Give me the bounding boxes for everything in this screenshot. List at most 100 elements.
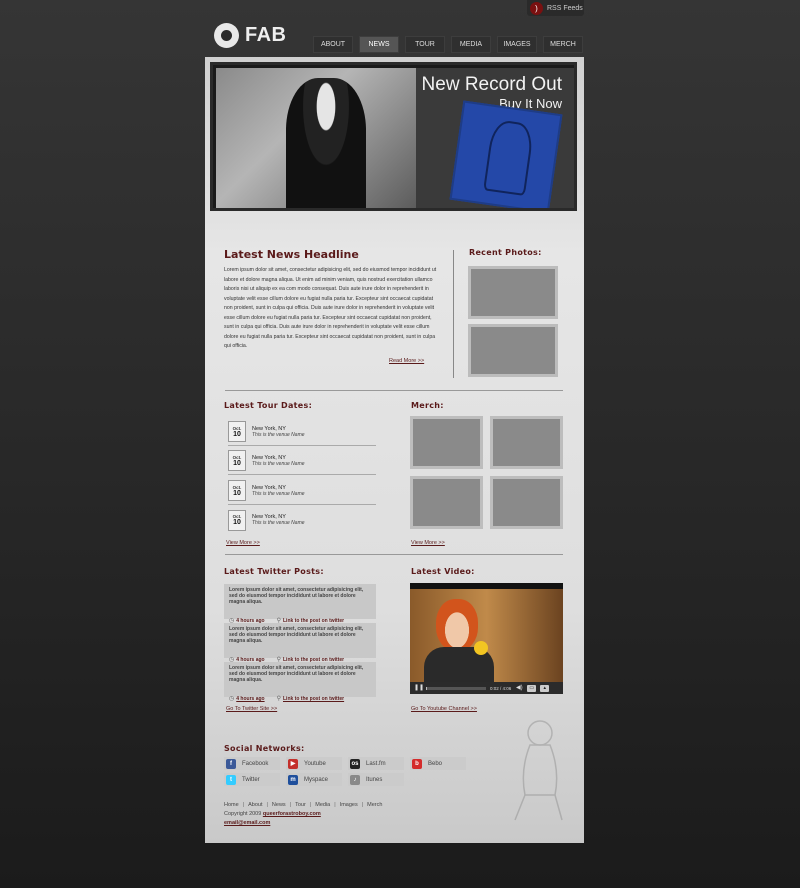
news-headline: Latest News Headline (224, 248, 359, 261)
horizontal-divider (225, 554, 563, 555)
recent-photo-thumbnail[interactable] (468, 266, 558, 319)
footer-separator: | (289, 802, 292, 808)
social-label: Facebook (242, 760, 269, 767)
tweet-time-link[interactable]: 4 hours ago (236, 696, 264, 702)
decorative-sketch-illustration (514, 720, 563, 821)
tour-venue: This is the venue Name (252, 490, 305, 497)
tweet-text: Lorem ipsum dolor sit amet, consectetur … (229, 626, 364, 645)
lastfm-icon: os (350, 758, 360, 769)
tour-day: 10 (233, 489, 241, 497)
main-nav: About News Tour Media Images Merch (313, 36, 583, 53)
social-twitter-button[interactable]: t Twitter (224, 773, 280, 786)
tour-row[interactable]: Oct. 10 New York, NY This is the venue N… (228, 506, 376, 534)
footer-link-merch[interactable]: Merch (367, 802, 382, 808)
footer-copyright: Copyright 2009 queerforastroboy.com (224, 811, 321, 817)
copyright-site-link[interactable]: queerforastroboy.com (263, 811, 321, 817)
tour-row[interactable]: Oct. 10 New York, NY This is the venue N… (228, 447, 376, 475)
merch-thumbnail[interactable] (490, 416, 563, 469)
twitter-posts-title: Latest Twitter Posts: (224, 567, 324, 576)
tour-row[interactable]: Oct. 10 New York, NY This is the venue N… (228, 477, 376, 505)
social-lastfm-button[interactable]: os Last.fm (348, 757, 404, 770)
tab-tour[interactable]: Tour (405, 36, 445, 53)
horizontal-divider (225, 390, 563, 391)
tour-view-more-link[interactable]: View More >> (226, 540, 260, 546)
merch-view-more-link[interactable]: View More >> (411, 540, 445, 546)
social-youtube-button[interactable]: ▶ Youtube (286, 757, 342, 770)
singer-head-image (436, 599, 478, 651)
video-progress-bar[interactable] (426, 686, 486, 690)
album-illustration (483, 118, 535, 196)
hero-photo (216, 68, 416, 208)
tweet-text: Lorem ipsum dolor sit amet, consectetur … (229, 587, 364, 606)
recent-photo-thumbnail[interactable] (468, 324, 558, 377)
tour-day: 10 (233, 430, 241, 438)
social-label: Youtube (304, 760, 326, 767)
bebo-icon: b (412, 758, 422, 769)
hero-banner[interactable]: New Record Out Buy It Now (210, 62, 577, 211)
social-label: Last.fm (366, 760, 386, 767)
fullscreen-icon[interactable]: ▴ (540, 684, 550, 692)
rss-feeds-link[interactable]: ) RSS Feeds (527, 0, 584, 16)
video-time: 0:02 / 4:06 (490, 685, 512, 691)
calendar-icon: Oct. 10 (228, 509, 246, 531)
myspace-icon: m (288, 774, 298, 785)
recent-photos-title: Recent Photos: (469, 248, 542, 257)
footer-link-images[interactable]: Images (340, 802, 358, 808)
logo[interactable]: FAB (214, 22, 287, 48)
clock-icon: ◷ (229, 695, 235, 702)
video-frame[interactable] (410, 589, 563, 682)
youtube-icon: ▶ (288, 758, 298, 769)
social-facebook-button[interactable]: f Facebook (224, 757, 280, 770)
tour-day: 10 (233, 459, 241, 467)
calendar-icon: Oct. 10 (228, 480, 246, 501)
tweet-card: Lorem ipsum dolor sit amet, consectetur … (224, 623, 376, 663)
merch-thumbnail[interactable] (410, 476, 483, 529)
social-networks-title: Social Networks: (224, 744, 305, 753)
video-player[interactable]: ❚❚ 0:02 / 4:06 ◀) ▭ ▴ (410, 583, 563, 694)
pause-icon[interactable]: ❚❚ (414, 684, 424, 692)
twitter-site-link[interactable]: Go To Twitter Site >> (226, 706, 277, 712)
social-bebo-button[interactable]: b Bebo (410, 757, 466, 770)
calendar-icon: Oct. 10 (228, 421, 246, 442)
youtube-channel-link[interactable]: Go To Youtube Channel >> (411, 706, 477, 712)
footer-link-media[interactable]: Media (315, 802, 330, 808)
link-icon: ⚲ (276, 695, 281, 702)
footer-separator: | (309, 802, 312, 808)
footer-link-news[interactable]: News (272, 802, 286, 808)
social-myspace-button[interactable]: m Myspace (286, 773, 342, 786)
footer-link-home[interactable]: Home (224, 802, 239, 808)
tour-dates-title: Latest Tour Dates: (224, 401, 313, 410)
social-label: Itunes (366, 776, 383, 783)
tab-news[interactable]: News (359, 36, 399, 53)
footer-separator: | (334, 802, 336, 808)
social-label: Bebo (428, 760, 443, 767)
footer-link-tour[interactable]: Tour (295, 802, 306, 808)
merch-thumbnail[interactable] (410, 416, 483, 469)
footer-separator: | (361, 802, 364, 808)
hd-icon[interactable]: ▭ (527, 684, 537, 692)
footer-separator: | (266, 802, 268, 808)
tour-venue: This is the venue Name (252, 460, 305, 467)
footer-separator: | (242, 802, 245, 808)
footer-email-link[interactable]: email@email.com (224, 820, 270, 826)
tweet-text: Lorem ipsum dolor sit amet, consectetur … (229, 665, 364, 684)
microphone-image (474, 641, 488, 655)
read-more-link[interactable]: Read More >> (389, 358, 424, 364)
tab-merch[interactable]: Merch (543, 36, 583, 53)
calendar-icon: Oct. 10 (228, 450, 246, 471)
rss-icon: ) (530, 1, 543, 15)
tour-row[interactable]: Oct. 10 New York, NY This is the venue N… (228, 418, 376, 446)
tab-media[interactable]: Media (451, 36, 491, 53)
volume-icon[interactable]: ◀) (515, 684, 523, 692)
merch-thumbnail[interactable] (490, 476, 563, 529)
tweet-post-link[interactable]: Link to the post on twitter (283, 696, 344, 702)
latest-video-title: Latest Video: (411, 567, 475, 576)
footer-nav: Home | About | News | Tour | Media | Images | … (224, 802, 382, 808)
video-controls: ❚❚ 0:02 / 4:06 ◀) ▭ ▴ (410, 682, 563, 694)
social-itunes-button[interactable]: ♪ Itunes (348, 773, 404, 786)
tab-images[interactable]: Images (497, 36, 537, 53)
hero-headline: New Record Out (421, 74, 562, 95)
itunes-icon: ♪ (350, 774, 360, 785)
tab-about[interactable]: About (313, 36, 353, 53)
footer-link-about[interactable]: About (248, 802, 262, 808)
